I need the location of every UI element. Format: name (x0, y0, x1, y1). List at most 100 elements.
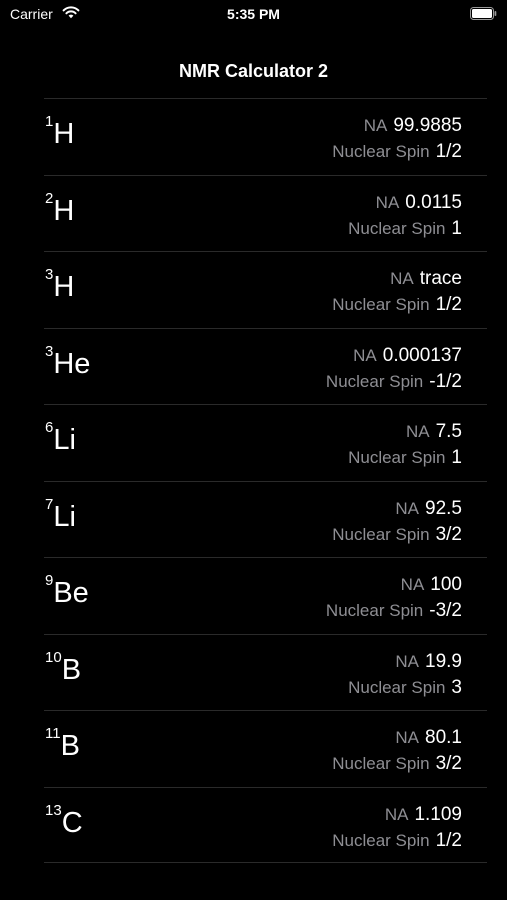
isotope-row[interactable]: 3He NA 0.000137 Nuclear Spin -1/2 (44, 327, 487, 405)
mass-number: 7 (45, 495, 54, 513)
spin-value: 3/2 (435, 523, 462, 545)
na-value: 19.9 (425, 650, 462, 672)
isotope-properties: NA 0.0115 Nuclear Spin 1 (348, 190, 462, 242)
natural-abundance: NA 1.109 (332, 802, 462, 828)
isotope-row[interactable]: 6Li NA 7.5 Nuclear Spin 1 (44, 404, 487, 481)
spin-label: Nuclear Spin (348, 677, 446, 697)
mass-number: 2 (45, 189, 54, 207)
spin-label: Nuclear Spin (348, 218, 446, 238)
na-value: 1.109 (414, 803, 462, 825)
spin-value: 3/2 (435, 753, 462, 774)
spin-label: Nuclear Spin (325, 601, 424, 620)
spin-value: -1/2 (429, 370, 462, 392)
element-symbol: B (60, 730, 80, 762)
na-label: NA (395, 498, 420, 518)
mass-number: 9 (45, 572, 54, 589)
element-symbol: Li (53, 500, 76, 533)
na-label: NA (363, 116, 388, 135)
mass-number: 11 (45, 725, 61, 742)
natural-abundance: NA 99.9885 (332, 113, 462, 139)
isotope-symbol: 7Li (45, 497, 76, 534)
battery-icon (470, 7, 497, 20)
isotope-row[interactable]: 10B NA 19.9 Nuclear Spin 3 (44, 633, 487, 711)
isotope-row[interactable]: 1H NA 99.9885 Nuclear Spin 1/2 (44, 98, 487, 175)
isotope-properties: NA 0.000137 Nuclear Spin -1/2 (326, 343, 462, 395)
spin-value: -3/2 (429, 600, 462, 621)
nuclear-spin: Nuclear Spin 3/2 (332, 522, 462, 548)
element-symbol: C (61, 806, 83, 839)
na-value: 7.5 (435, 421, 462, 442)
mass-number: 13 (45, 801, 62, 819)
isotope-list: 1H NA 99.9885 Nuclear Spin 1/2 2H NA 0.0115 Nucl… (44, 98, 487, 863)
isotope-symbol: 3He (45, 344, 91, 381)
isotope-symbol: 6Li (45, 420, 76, 457)
isotope-symbol: 13C (45, 803, 83, 840)
nuclear-spin: Nuclear Spin 1 (348, 216, 462, 242)
nuclear-spin: Nuclear Spin 1 (348, 445, 462, 471)
isotope-symbol: 2H (45, 191, 74, 228)
nuclear-spin: Nuclear Spin 1/2 (332, 292, 462, 318)
na-label: NA (405, 422, 430, 441)
mass-number: 3 (45, 342, 54, 360)
natural-abundance: NA trace (332, 266, 462, 292)
nuclear-spin: Nuclear Spin 3 (348, 675, 462, 701)
natural-abundance: NA 100 (326, 572, 462, 598)
natural-abundance: NA 80.1 (332, 725, 462, 751)
isotope-row[interactable]: 11B NA 80.1 Nuclear Spin 3/2 (44, 710, 487, 787)
spin-value: 1 (451, 447, 462, 468)
isotope-symbol: 3H (45, 267, 74, 304)
nuclear-spin: Nuclear Spin -3/2 (326, 598, 462, 624)
spin-label: Nuclear Spin (332, 830, 430, 850)
natural-abundance: NA 7.5 (348, 419, 462, 445)
na-value: 92.5 (425, 497, 462, 519)
isotope-properties: NA 100 Nuclear Spin -3/2 (326, 572, 462, 624)
spin-value: 1/2 (435, 294, 462, 315)
isotope-symbol: 9Be (45, 573, 89, 610)
isotope-symbol: 1H (45, 114, 75, 151)
natural-abundance: NA 92.5 (332, 496, 462, 522)
spin-label: Nuclear Spin (332, 142, 430, 161)
element-symbol: Be (53, 577, 89, 609)
status-time: 5:35 PM (227, 6, 280, 22)
nuclear-spin: Nuclear Spin -1/2 (326, 369, 462, 395)
mass-number: 6 (45, 419, 54, 436)
spin-value: 3 (451, 676, 462, 698)
element-symbol: B (61, 653, 82, 686)
nuclear-spin: Nuclear Spin 1/2 (332, 828, 462, 854)
spin-label: Nuclear Spin (332, 295, 430, 314)
nuclear-spin: Nuclear Spin 3/2 (332, 751, 462, 777)
element-symbol: H (53, 118, 75, 150)
na-value: 80.1 (425, 727, 462, 748)
status-bar: Carrier 5:35 PM (0, 0, 507, 30)
na-label: NA (384, 804, 409, 824)
na-label: NA (390, 269, 414, 288)
element-symbol: He (53, 347, 91, 380)
isotope-row[interactable]: 9Be NA 100 Nuclear Spin -3/2 (44, 557, 487, 634)
na-value: 0.0115 (405, 191, 462, 213)
isotope-row[interactable]: 13C NA 1.109 Nuclear Spin 1/2 (44, 786, 487, 863)
isotope-properties: NA 92.5 Nuclear Spin 3/2 (332, 496, 462, 548)
na-label: NA (395, 651, 420, 671)
spin-value: 1 (451, 217, 462, 239)
natural-abundance: NA 0.000137 (326, 343, 462, 369)
isotope-symbol: 10B (45, 650, 82, 687)
na-value: 100 (430, 574, 462, 595)
isotope-row[interactable]: 7Li NA 92.5 Nuclear Spin 3/2 (44, 480, 487, 558)
spin-label: Nuclear Spin (332, 524, 430, 544)
isotope-symbol: 11B (45, 726, 80, 763)
na-label: NA (400, 575, 425, 594)
page-title: NMR Calculator 2 (178, 61, 329, 81)
natural-abundance: NA 19.9 (348, 649, 462, 675)
isotope-properties: NA 80.1 Nuclear Spin 3/2 (332, 725, 462, 777)
na-label: NA (375, 192, 400, 212)
mass-number: 1 (45, 113, 54, 130)
mass-number: 10 (45, 648, 62, 666)
isotope-row[interactable]: 3H NA trace Nuclear Spin 1/2 (44, 251, 487, 328)
na-label: NA (353, 345, 377, 365)
mass-number: 3 (45, 266, 54, 283)
natural-abundance: NA 0.0115 (348, 190, 462, 216)
isotope-properties: NA 99.9885 Nuclear Spin 1/2 (332, 113, 462, 165)
isotope-properties: NA 7.5 Nuclear Spin 1 (348, 419, 462, 471)
isotope-row[interactable]: 2H NA 0.0115 Nuclear Spin 1 (44, 174, 487, 252)
spin-label: Nuclear Spin (332, 754, 430, 773)
